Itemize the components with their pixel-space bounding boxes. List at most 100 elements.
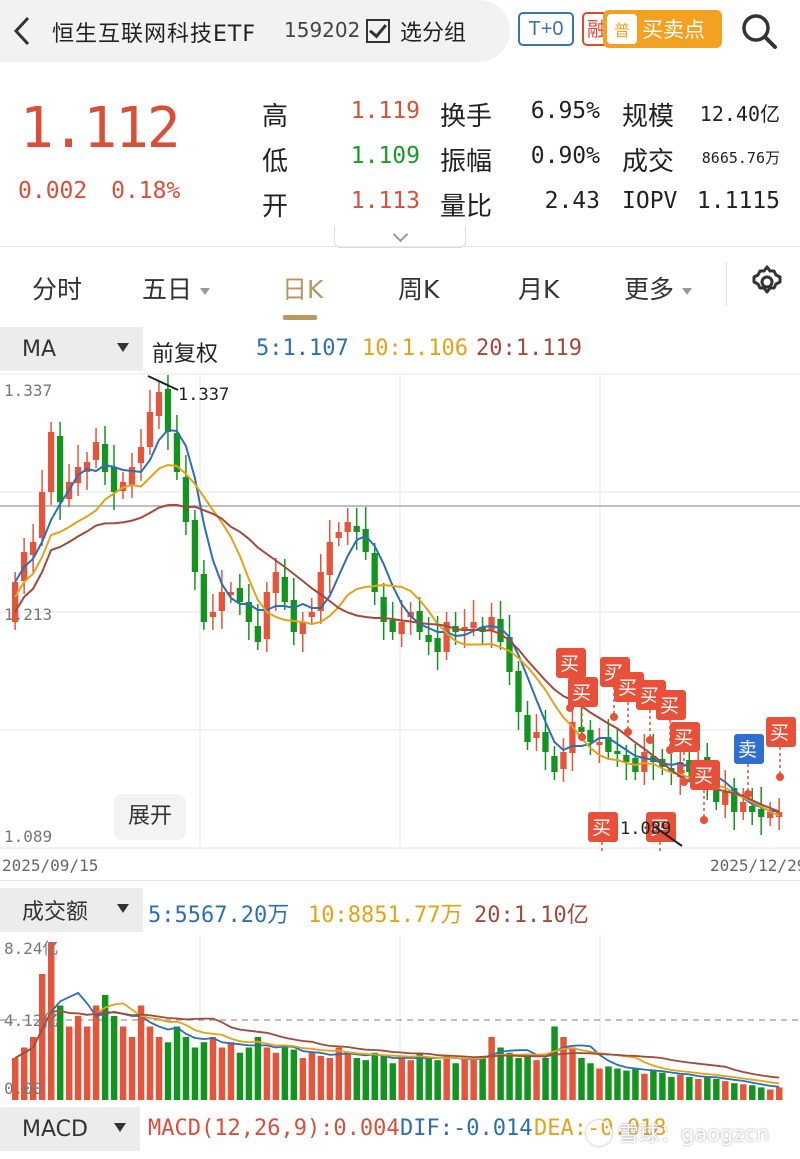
stat-value-high: 1.119 [350, 98, 420, 124]
volume-bar [173, 1026, 181, 1100]
candle-body [425, 635, 432, 642]
volume-bar [380, 1055, 387, 1100]
candle-body [299, 622, 306, 634]
tab-monthly-k-label: 月K [518, 275, 560, 304]
divider [0, 880, 800, 881]
candle-body [524, 715, 531, 742]
volume-bar [452, 1063, 459, 1100]
buy-sell-points-button[interactable]: 普 买卖点 [603, 10, 722, 48]
signal-dot [700, 816, 708, 824]
volume-bar [776, 1087, 783, 1100]
candle-body [344, 522, 351, 532]
candle-body [326, 542, 333, 575]
candle-body [281, 577, 288, 602]
volume-bar [587, 1063, 594, 1100]
volume-chart[interactable]: 8.24亿 4.12亿 0.00 [0, 934, 800, 1102]
sell-signal-label: 卖 [738, 739, 757, 761]
candle-body [551, 756, 558, 772]
badge-icon: 普 [607, 14, 637, 44]
candle-body [263, 592, 270, 639]
ma20-value: 20:1.119 [476, 336, 582, 361]
volume-bar [650, 1070, 657, 1100]
volume-bar [605, 1066, 612, 1100]
volume-bar [92, 1005, 100, 1100]
gear-icon[interactable] [749, 264, 785, 300]
volume-ma10-value: 10:8851.77万 [308, 903, 463, 928]
snowball-logo-icon [586, 1120, 612, 1146]
candle-body [155, 392, 163, 416]
candle-body [128, 467, 136, 485]
volume-ma5-value: 5:5567.20万 [148, 903, 290, 928]
candle-body [398, 622, 405, 634]
macd-value: MACD(12,26,9):0.004 [148, 1116, 400, 1141]
dropdown-arrow-icon [117, 343, 129, 352]
volume-bar [209, 1037, 217, 1100]
chevron-down-icon [200, 287, 211, 295]
price-change: 0.002 0.18% [18, 178, 180, 204]
candle-body [38, 492, 46, 538]
volume-bar [128, 1037, 136, 1100]
volume-bar [110, 1016, 118, 1100]
candle-body [146, 412, 154, 447]
volume-bar [686, 1076, 693, 1100]
candle-body [308, 612, 315, 617]
volume-bar [614, 1068, 621, 1100]
volume-bar [236, 1052, 244, 1100]
tab-weekly-k[interactable]: 周K [398, 270, 439, 306]
tab-monthly-k[interactable]: 月K [518, 270, 559, 306]
candle-body [182, 477, 190, 522]
macd-selector[interactable]: MACD [0, 1107, 140, 1151]
volume-ma20-value: 20:1.10亿 [474, 903, 589, 928]
ma20-line [14, 503, 780, 813]
tab-intraday[interactable]: 分时 [32, 270, 82, 306]
volume-bar [308, 1052, 316, 1100]
volume-bar [569, 1047, 576, 1100]
dropdown-arrow-icon [117, 904, 129, 913]
volume-bar [290, 1049, 298, 1100]
candle-body [254, 626, 261, 642]
low-marker-label: 1.089 [620, 819, 671, 839]
volume-bar [488, 1037, 495, 1100]
volume-bar [416, 1052, 423, 1100]
candle-body [272, 572, 279, 593]
change-value: 0.002 [18, 178, 88, 204]
tab-more[interactable]: 更多 [624, 270, 693, 306]
stat-label-low: 低 [262, 147, 289, 177]
volume-bars [12, 942, 783, 1100]
candle-body [722, 792, 729, 805]
select-group-button[interactable]: 选分组 [366, 15, 466, 47]
volume-bar [470, 1060, 477, 1100]
volume-bar [695, 1079, 702, 1100]
search-icon[interactable] [740, 12, 778, 50]
tab-daily-k[interactable]: 日K [282, 270, 323, 306]
stat-value-turnover: 6.95% [530, 98, 600, 124]
tab-five-day[interactable]: 五日 [142, 270, 211, 306]
volume-bar [668, 1076, 675, 1100]
select-group-label: 选分组 [400, 21, 467, 46]
ma-indicator-row: MA 前复权 5:1.107 10:1.106 20:1.119 [0, 327, 800, 371]
watermark: 雪球：gaogzcn [586, 1118, 769, 1148]
candle-body [749, 806, 756, 812]
volume-selector[interactable]: 成交额 [0, 888, 143, 932]
candle-body [236, 588, 244, 602]
tab-weekly-k-label: 周K [398, 275, 440, 304]
candle-body [470, 622, 477, 628]
expand-button[interactable]: 展开 [114, 794, 186, 840]
volume-bar [713, 1079, 720, 1100]
candle-body [362, 529, 369, 552]
volume-selector-label: 成交额 [22, 900, 89, 925]
volume-bar [677, 1074, 684, 1100]
back-arrow-icon[interactable] [8, 12, 38, 50]
quote-expand-toggle[interactable] [334, 226, 466, 248]
volume-bar [434, 1060, 441, 1100]
candle-body [92, 442, 100, 460]
t0-button[interactable]: T+0 [518, 12, 574, 46]
volume-bar [200, 1042, 208, 1100]
volume-bar [461, 1058, 468, 1100]
adjust-mode[interactable]: 前复权 [152, 336, 218, 368]
candle-body [587, 730, 594, 742]
ma-selector[interactable]: MA [0, 327, 143, 371]
volume-bar [731, 1083, 738, 1100]
volume-bar [263, 1047, 271, 1100]
candlestick-chart[interactable]: 1.337 1.213 1.089 买买买买买买买买卖买买买 1.337 1.0… [0, 372, 800, 852]
